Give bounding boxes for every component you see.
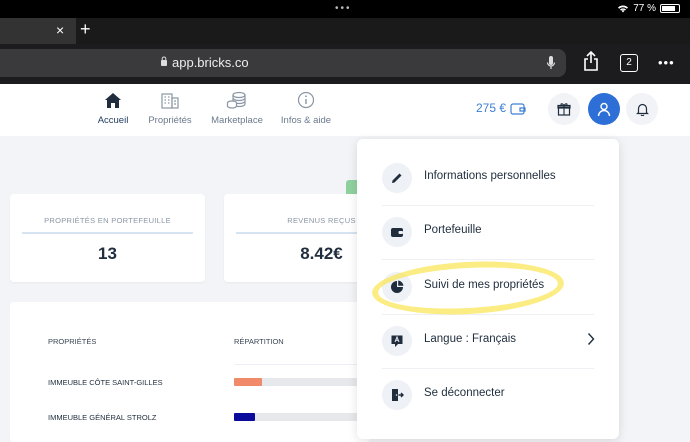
avatar-button[interactable] bbox=[588, 93, 620, 125]
gift-button[interactable] bbox=[548, 93, 580, 125]
info-icon bbox=[297, 91, 315, 109]
nav-proprietes-label: Propriétés bbox=[148, 115, 192, 126]
home-icon bbox=[105, 92, 121, 108]
gift-icon bbox=[557, 103, 571, 116]
status-bar: ••• 77 % bbox=[0, 0, 690, 18]
menu-item-personal-info[interactable]: Informations personnelles bbox=[357, 153, 619, 203]
nav-accueil-label: Accueil bbox=[97, 115, 129, 126]
coins-icon bbox=[226, 91, 246, 109]
battery-percent: 77 % bbox=[633, 3, 656, 14]
stat-card-divider bbox=[22, 232, 193, 234]
building-icon bbox=[161, 92, 179, 109]
nav-infos-aide-label: Infos & aide bbox=[280, 115, 332, 126]
distribution-bar bbox=[234, 413, 360, 421]
distribution-fill bbox=[234, 413, 256, 421]
app-header: Accueil Propriétés Marketplace Infos & a… bbox=[0, 84, 690, 136]
menu-item-label: Langue : Français bbox=[424, 333, 517, 345]
tab-count-button[interactable]: 2 bbox=[620, 54, 638, 72]
table-row-name[interactable]: IMMEUBLE CÔTE SAINT-GILLES bbox=[48, 378, 163, 387]
notifications-button[interactable] bbox=[626, 93, 658, 125]
share-icon[interactable] bbox=[583, 51, 599, 71]
nav-proprietes[interactable]: Propriétés bbox=[146, 90, 194, 126]
bell-icon bbox=[635, 103, 649, 116]
header-properties: PROPRIÉTÉS bbox=[48, 337, 97, 346]
pencil-icon bbox=[392, 173, 402, 183]
menu-item-language[interactable]: Langue : Français bbox=[357, 316, 619, 366]
url-bar[interactable]: app.bricks.co bbox=[0, 49, 566, 77]
new-tab-icon[interactable]: + bbox=[80, 19, 91, 40]
nav-infos-aide[interactable]: Infos & aide bbox=[280, 90, 332, 126]
menu-item-label: Portefeuille bbox=[424, 224, 482, 236]
properties-panel: PROPRIÉTÉS RÉPARTITION IMMEUBLE CÔTE SAI… bbox=[10, 302, 370, 442]
menu-item-wallet[interactable]: Portefeuille bbox=[357, 207, 619, 257]
user-icon bbox=[597, 102, 611, 116]
wallet-icon bbox=[510, 102, 526, 115]
wallet-balance[interactable]: 275 € bbox=[476, 101, 526, 115]
menu-item-label: Informations personnelles bbox=[424, 170, 556, 182]
menu-item-label: Se déconnecter bbox=[424, 387, 505, 399]
current-tab[interactable]: × bbox=[0, 18, 76, 44]
menu-item-logout[interactable]: Se déconnecter bbox=[357, 370, 619, 420]
close-tab-icon[interactable]: × bbox=[56, 22, 64, 38]
status-right: 77 % bbox=[617, 3, 680, 14]
nav-accueil[interactable]: Accueil bbox=[97, 90, 129, 126]
language-icon bbox=[391, 335, 403, 347]
wallet-icon bbox=[391, 228, 403, 237]
distribution-fill bbox=[234, 378, 262, 386]
stat-card-properties: PROPRIÉTÉS EN PORTEFEUILLE 13 bbox=[10, 194, 205, 282]
balance-amount: 275 € bbox=[476, 101, 507, 115]
microphone-icon[interactable] bbox=[546, 55, 556, 71]
stat-card-value: 13 bbox=[98, 244, 117, 263]
more-options-icon[interactable]: ••• bbox=[658, 55, 675, 70]
header-divider bbox=[234, 364, 370, 365]
menu-divider bbox=[382, 314, 594, 315]
browser-toolbar: app.bricks.co bbox=[0, 44, 690, 84]
wifi-icon bbox=[618, 5, 629, 13]
distribution-bar bbox=[234, 378, 360, 386]
chevron-right-icon bbox=[587, 333, 595, 345]
table-row-name[interactable]: IMMEUBLE GÉNÉRAL STROLZ bbox=[48, 413, 157, 422]
nav-marketplace-label: Marketplace bbox=[211, 115, 263, 126]
menu-divider bbox=[382, 205, 594, 206]
menu-divider bbox=[382, 259, 594, 260]
menu-divider bbox=[382, 368, 594, 369]
battery-icon bbox=[660, 4, 680, 13]
tab-bar: × + bbox=[0, 18, 690, 44]
multitask-dots[interactable]: ••• bbox=[335, 3, 352, 14]
logout-icon bbox=[392, 389, 404, 401]
url-text: app.bricks.co bbox=[172, 55, 249, 70]
header-distribution: RÉPARTITION bbox=[234, 337, 284, 346]
stat-card-label: PROPRIÉTÉS EN PORTEFEUILLE bbox=[44, 216, 171, 225]
nav-marketplace[interactable]: Marketplace bbox=[209, 90, 265, 126]
lock-icon bbox=[161, 56, 167, 66]
